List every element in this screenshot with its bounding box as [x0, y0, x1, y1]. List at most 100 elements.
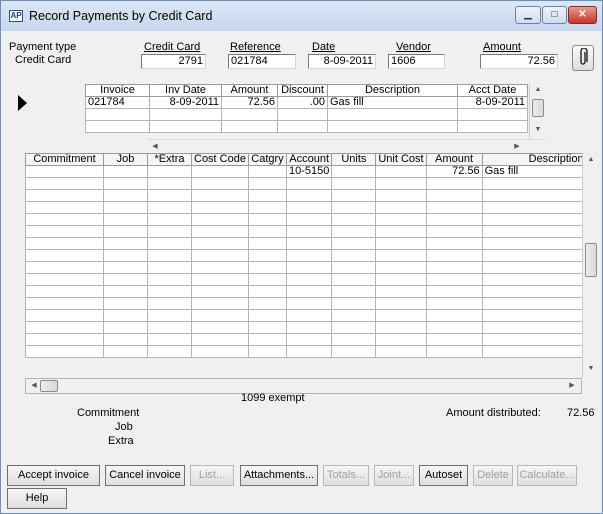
- table-row[interactable]: [25, 177, 587, 190]
- empty-cell[interactable]: [331, 309, 377, 322]
- scroll-thumb[interactable]: [585, 243, 597, 277]
- empty-cell[interactable]: [375, 261, 427, 274]
- empty-cell[interactable]: [331, 189, 377, 202]
- empty-cell[interactable]: [425, 225, 483, 238]
- vendor-field[interactable]: 1606: [388, 54, 445, 69]
- unit-cost-col-header[interactable]: Unit Cost: [375, 153, 427, 166]
- empty-cell[interactable]: [191, 189, 249, 202]
- empty-cell[interactable]: [191, 249, 249, 262]
- empty-cell[interactable]: [25, 177, 104, 190]
- empty-cell[interactable]: [25, 189, 104, 202]
- empty-cell[interactable]: [247, 261, 287, 274]
- empty-cell[interactable]: [147, 333, 192, 346]
- description-cell[interactable]: Gas fill: [327, 96, 458, 109]
- commitment-cell[interactable]: [25, 165, 104, 178]
- inv-date-col-header[interactable]: Inv Date: [149, 84, 222, 97]
- account-cell[interactable]: 10-5150: [285, 165, 333, 178]
- empty-cell[interactable]: [481, 237, 587, 250]
- empty-cell[interactable]: [147, 345, 192, 358]
- empty-cell[interactable]: [481, 201, 587, 214]
- empty-cell[interactable]: [103, 333, 148, 346]
- empty-cell[interactable]: [103, 261, 148, 274]
- empty-cell[interactable]: [331, 261, 377, 274]
- empty-cell[interactable]: [375, 345, 427, 358]
- scroll-right-icon[interactable]: ▶: [509, 142, 525, 150]
- units-col-header[interactable]: Units: [331, 153, 377, 166]
- empty-cell[interactable]: [103, 321, 148, 334]
- attachments-paperclip-button[interactable]: [572, 45, 594, 71]
- empty-cell[interactable]: [191, 345, 249, 358]
- empty-cell[interactable]: [425, 273, 483, 286]
- empty-cell[interactable]: [425, 249, 483, 262]
- empty-cell[interactable]: [285, 225, 333, 238]
- scroll-up-icon[interactable]: ▲: [583, 156, 599, 163]
- scroll-down-icon[interactable]: ▼: [583, 365, 599, 372]
- empty-cell[interactable]: [331, 237, 377, 250]
- discount-cell[interactable]: .00: [277, 96, 328, 109]
- amount-field[interactable]: 72.56: [480, 54, 558, 69]
- empty-cell[interactable]: [191, 213, 249, 226]
- empty-cell[interactable]: [375, 213, 427, 226]
- empty-cell[interactable]: [25, 249, 104, 262]
- catgry-col-header[interactable]: Catgry: [247, 153, 287, 166]
- empty-cell[interactable]: [25, 273, 104, 286]
- dist-amount-col-header[interactable]: Amount: [425, 153, 483, 166]
- empty-cell[interactable]: [375, 273, 427, 286]
- empty-cell[interactable]: [147, 237, 192, 250]
- empty-cell[interactable]: [425, 321, 483, 334]
- empty-cell[interactable]: [191, 261, 249, 274]
- empty-cell[interactable]: [191, 273, 249, 286]
- empty-cell[interactable]: [25, 213, 104, 226]
- empty-cell[interactable]: [247, 345, 287, 358]
- empty-cell[interactable]: [247, 189, 287, 202]
- help-button[interactable]: Help: [7, 488, 67, 509]
- empty-cell[interactable]: [25, 297, 104, 310]
- empty-cell[interactable]: [425, 201, 483, 214]
- empty-cell[interactable]: [331, 345, 377, 358]
- empty-cell[interactable]: [147, 321, 192, 334]
- empty-cell[interactable]: [285, 213, 333, 226]
- table-row[interactable]: [85, 120, 528, 133]
- empty-cell[interactable]: [191, 309, 249, 322]
- invoice-cell[interactable]: 021784: [85, 96, 150, 109]
- empty-cell[interactable]: [103, 237, 148, 250]
- empty-cell[interactable]: [285, 261, 333, 274]
- empty-cell[interactable]: [103, 345, 148, 358]
- empty-cell[interactable]: [247, 237, 287, 250]
- empty-cell[interactable]: [331, 225, 377, 238]
- totals-button[interactable]: Totals...: [323, 465, 369, 486]
- empty-cell[interactable]: [103, 189, 148, 202]
- empty-cell[interactable]: [375, 177, 427, 190]
- empty-cell[interactable]: [331, 297, 377, 310]
- empty-cell[interactable]: [285, 297, 333, 310]
- attachments-button[interactable]: Attachments...: [240, 465, 318, 486]
- empty-cell[interactable]: [285, 201, 333, 214]
- empty-cell[interactable]: [103, 297, 148, 310]
- empty-cell[interactable]: [103, 225, 148, 238]
- table-row[interactable]: [85, 108, 528, 121]
- empty-cell[interactable]: [103, 249, 148, 262]
- empty-cell[interactable]: [285, 309, 333, 322]
- empty-cell[interactable]: [331, 285, 377, 298]
- maximize-button[interactable]: □: [542, 6, 567, 24]
- empty-cell[interactable]: [375, 249, 427, 262]
- empty-cell[interactable]: [425, 189, 483, 202]
- cost-code-col-header[interactable]: Cost Code: [191, 153, 249, 166]
- empty-cell[interactable]: [481, 249, 587, 262]
- autoset-button[interactable]: Autoset: [419, 465, 468, 486]
- dist-description-col-header[interactable]: Description: [481, 153, 587, 166]
- empty-cell[interactable]: [481, 309, 587, 322]
- description-col-header[interactable]: Description: [327, 84, 458, 97]
- empty-cell[interactable]: [147, 273, 192, 286]
- empty-cell[interactable]: [25, 225, 104, 238]
- empty-cell[interactable]: [425, 213, 483, 226]
- empty-cell[interactable]: [425, 261, 483, 274]
- empty-cell[interactable]: [247, 333, 287, 346]
- empty-cell[interactable]: [481, 213, 587, 226]
- table-row[interactable]: [25, 285, 587, 298]
- empty-cell[interactable]: [285, 273, 333, 286]
- empty-cell[interactable]: [331, 321, 377, 334]
- empty-cell[interactable]: [247, 309, 287, 322]
- cost-code-cell[interactable]: [191, 165, 249, 178]
- empty-cell[interactable]: [375, 321, 427, 334]
